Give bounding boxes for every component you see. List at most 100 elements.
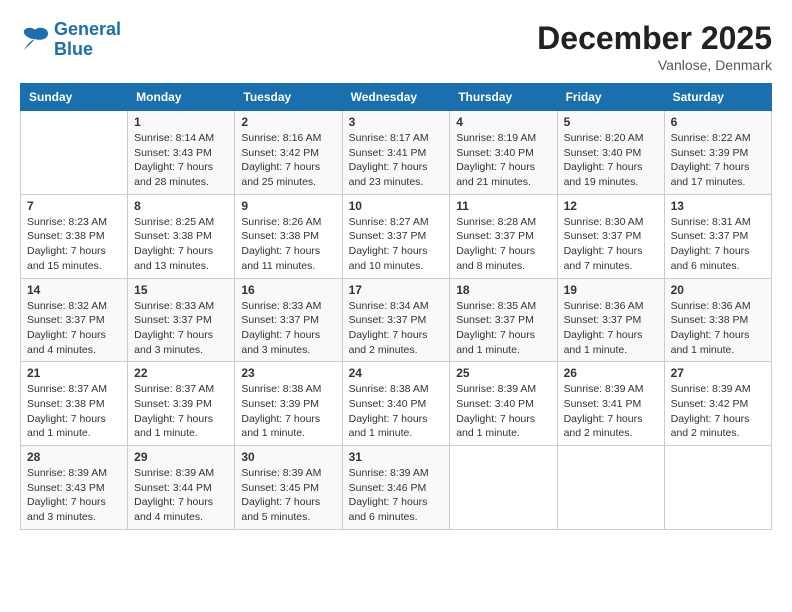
day-number: 17: [349, 283, 444, 297]
weekday-header: Tuesday: [235, 84, 342, 111]
day-info: Sunrise: 8:33 AM Sunset: 3:37 PM Dayligh…: [241, 299, 335, 358]
day-number: 8: [134, 199, 228, 213]
day-info: Sunrise: 8:37 AM Sunset: 3:39 PM Dayligh…: [134, 382, 228, 441]
logo-text: General Blue: [54, 20, 121, 60]
location: Vanlose, Denmark: [537, 57, 772, 73]
calendar-week-row: 21 Sunrise: 8:37 AM Sunset: 3:38 PM Dayli…: [21, 362, 772, 446]
day-info: Sunrise: 8:17 AM Sunset: 3:41 PM Dayligh…: [349, 131, 444, 190]
calendar-table: SundayMondayTuesdayWednesdayThursdayFrid…: [20, 83, 772, 530]
day-number: 18: [456, 283, 550, 297]
day-number: 20: [671, 283, 765, 297]
day-number: 30: [241, 450, 335, 464]
calendar-week-row: 14 Sunrise: 8:32 AM Sunset: 3:37 PM Dayli…: [21, 278, 772, 362]
calendar-cell: 8 Sunrise: 8:25 AM Sunset: 3:38 PM Daylig…: [128, 194, 235, 278]
day-info: Sunrise: 8:39 AM Sunset: 3:46 PM Dayligh…: [349, 466, 444, 525]
calendar-cell: [21, 111, 128, 195]
calendar-cell: 25Sunrise: 8:39 AM Sunset: 3:40 PM Dayli…: [450, 362, 557, 446]
day-info: Sunrise: 8:19 AM Sunset: 3:40 PM Dayligh…: [456, 131, 550, 190]
day-number: 27: [671, 366, 765, 380]
day-info: Sunrise: 8:37 AM Sunset: 3:38 PM Dayligh…: [27, 382, 121, 441]
day-info: Sunrise: 8:36 AM Sunset: 3:38 PM Dayligh…: [671, 299, 765, 358]
page-header: General Blue December 2025 Vanlose, Denm…: [20, 20, 772, 73]
day-info: Sunrise: 8:34 AM Sunset: 3:37 PM Dayligh…: [349, 299, 444, 358]
day-number: 10: [349, 199, 444, 213]
day-info: Sunrise: 8:27 AM Sunset: 3:37 PM Dayligh…: [349, 215, 444, 274]
calendar-cell: 19 Sunrise: 8:36 AM Sunset: 3:37 PM Dayli…: [557, 278, 664, 362]
month-title: December 2025: [537, 20, 772, 57]
calendar-cell: 2Sunrise: 8:16 AM Sunset: 3:42 PM Daylig…: [235, 111, 342, 195]
calendar-cell: 27 Sunrise: 8:39 AM Sunset: 3:42 PM Dayli…: [664, 362, 771, 446]
day-info: Sunrise: 8:33 AM Sunset: 3:37 PM Dayligh…: [134, 299, 228, 358]
day-number: 21: [27, 366, 121, 380]
calendar-cell: 16 Sunrise: 8:33 AM Sunset: 3:37 PM Dayli…: [235, 278, 342, 362]
day-number: 15: [134, 283, 228, 297]
day-number: 13: [671, 199, 765, 213]
calendar-cell: [450, 446, 557, 530]
day-number: 24: [349, 366, 444, 380]
day-number: 2: [241, 115, 335, 129]
calendar-cell: 12 Sunrise: 8:30 AM Sunset: 3:37 PM Dayli…: [557, 194, 664, 278]
calendar-week-row: 7Sunrise: 8:23 AM Sunset: 3:38 PM Daylig…: [21, 194, 772, 278]
day-info: Sunrise: 8:20 AM Sunset: 3:40 PM Dayligh…: [564, 131, 658, 190]
day-number: 1: [134, 115, 228, 129]
day-number: 14: [27, 283, 121, 297]
logo-icon: [20, 26, 50, 54]
day-number: 7: [27, 199, 121, 213]
day-info: Sunrise: 8:39 AM Sunset: 3:44 PM Dayligh…: [134, 466, 228, 525]
day-number: 11: [456, 199, 550, 213]
calendar-cell: 22 Sunrise: 8:37 AM Sunset: 3:39 PM Dayli…: [128, 362, 235, 446]
calendar-week-row: 28Sunrise: 8:39 AM Sunset: 3:43 PM Dayli…: [21, 446, 772, 530]
day-info: Sunrise: 8:30 AM Sunset: 3:37 PM Dayligh…: [564, 215, 658, 274]
day-number: 23: [241, 366, 335, 380]
calendar-cell: 14 Sunrise: 8:32 AM Sunset: 3:37 PM Dayli…: [21, 278, 128, 362]
calendar-cell: 3 Sunrise: 8:17 AM Sunset: 3:41 PM Daylig…: [342, 111, 450, 195]
day-number: 3: [349, 115, 444, 129]
calendar-cell: 1 Sunrise: 8:14 AM Sunset: 3:43 PM Daylig…: [128, 111, 235, 195]
day-info: Sunrise: 8:38 AM Sunset: 3:39 PM Dayligh…: [241, 382, 335, 441]
day-info: Sunrise: 8:36 AM Sunset: 3:37 PM Dayligh…: [564, 299, 658, 358]
weekday-header: Sunday: [21, 84, 128, 111]
calendar-cell: 9Sunrise: 8:26 AM Sunset: 3:38 PM Daylig…: [235, 194, 342, 278]
day-number: 12: [564, 199, 658, 213]
calendar-header-row: SundayMondayTuesdayWednesdayThursdayFrid…: [21, 84, 772, 111]
day-info: Sunrise: 8:39 AM Sunset: 3:41 PM Dayligh…: [564, 382, 658, 441]
day-info: Sunrise: 8:25 AM Sunset: 3:38 PM Dayligh…: [134, 215, 228, 274]
calendar-cell: 29 Sunrise: 8:39 AM Sunset: 3:44 PM Dayli…: [128, 446, 235, 530]
calendar-cell: 7Sunrise: 8:23 AM Sunset: 3:38 PM Daylig…: [21, 194, 128, 278]
day-number: 19: [564, 283, 658, 297]
day-number: 31: [349, 450, 444, 464]
calendar-cell: [664, 446, 771, 530]
day-info: Sunrise: 8:14 AM Sunset: 3:43 PM Dayligh…: [134, 131, 228, 190]
calendar-cell: 31 Sunrise: 8:39 AM Sunset: 3:46 PM Dayli…: [342, 446, 450, 530]
calendar-cell: 24 Sunrise: 8:38 AM Sunset: 3:40 PM Dayli…: [342, 362, 450, 446]
weekday-header: Monday: [128, 84, 235, 111]
calendar-week-row: 1 Sunrise: 8:14 AM Sunset: 3:43 PM Daylig…: [21, 111, 772, 195]
logo: General Blue: [20, 20, 121, 60]
day-number: 6: [671, 115, 765, 129]
day-number: 25: [456, 366, 550, 380]
calendar-cell: 10 Sunrise: 8:27 AM Sunset: 3:37 PM Dayli…: [342, 194, 450, 278]
day-number: 5: [564, 115, 658, 129]
day-info: Sunrise: 8:35 AM Sunset: 3:37 PM Dayligh…: [456, 299, 550, 358]
day-number: 26: [564, 366, 658, 380]
weekday-header: Wednesday: [342, 84, 450, 111]
calendar-cell: [557, 446, 664, 530]
day-info: Sunrise: 8:22 AM Sunset: 3:39 PM Dayligh…: [671, 131, 765, 190]
weekday-header: Friday: [557, 84, 664, 111]
day-info: Sunrise: 8:32 AM Sunset: 3:37 PM Dayligh…: [27, 299, 121, 358]
calendar-cell: 5 Sunrise: 8:20 AM Sunset: 3:40 PM Daylig…: [557, 111, 664, 195]
day-info: Sunrise: 8:39 AM Sunset: 3:42 PM Dayligh…: [671, 382, 765, 441]
calendar-cell: 28Sunrise: 8:39 AM Sunset: 3:43 PM Dayli…: [21, 446, 128, 530]
weekday-header: Saturday: [664, 84, 771, 111]
day-number: 29: [134, 450, 228, 464]
day-number: 22: [134, 366, 228, 380]
calendar-cell: 18 Sunrise: 8:35 AM Sunset: 3:37 PM Dayli…: [450, 278, 557, 362]
day-number: 16: [241, 283, 335, 297]
weekday-header: Thursday: [450, 84, 557, 111]
calendar-cell: 17 Sunrise: 8:34 AM Sunset: 3:37 PM Dayli…: [342, 278, 450, 362]
calendar-cell: 26 Sunrise: 8:39 AM Sunset: 3:41 PM Dayli…: [557, 362, 664, 446]
day-info: Sunrise: 8:38 AM Sunset: 3:40 PM Dayligh…: [349, 382, 444, 441]
calendar-cell: 15 Sunrise: 8:33 AM Sunset: 3:37 PM Dayli…: [128, 278, 235, 362]
calendar-cell: 13Sunrise: 8:31 AM Sunset: 3:37 PM Dayli…: [664, 194, 771, 278]
day-number: 9: [241, 199, 335, 213]
